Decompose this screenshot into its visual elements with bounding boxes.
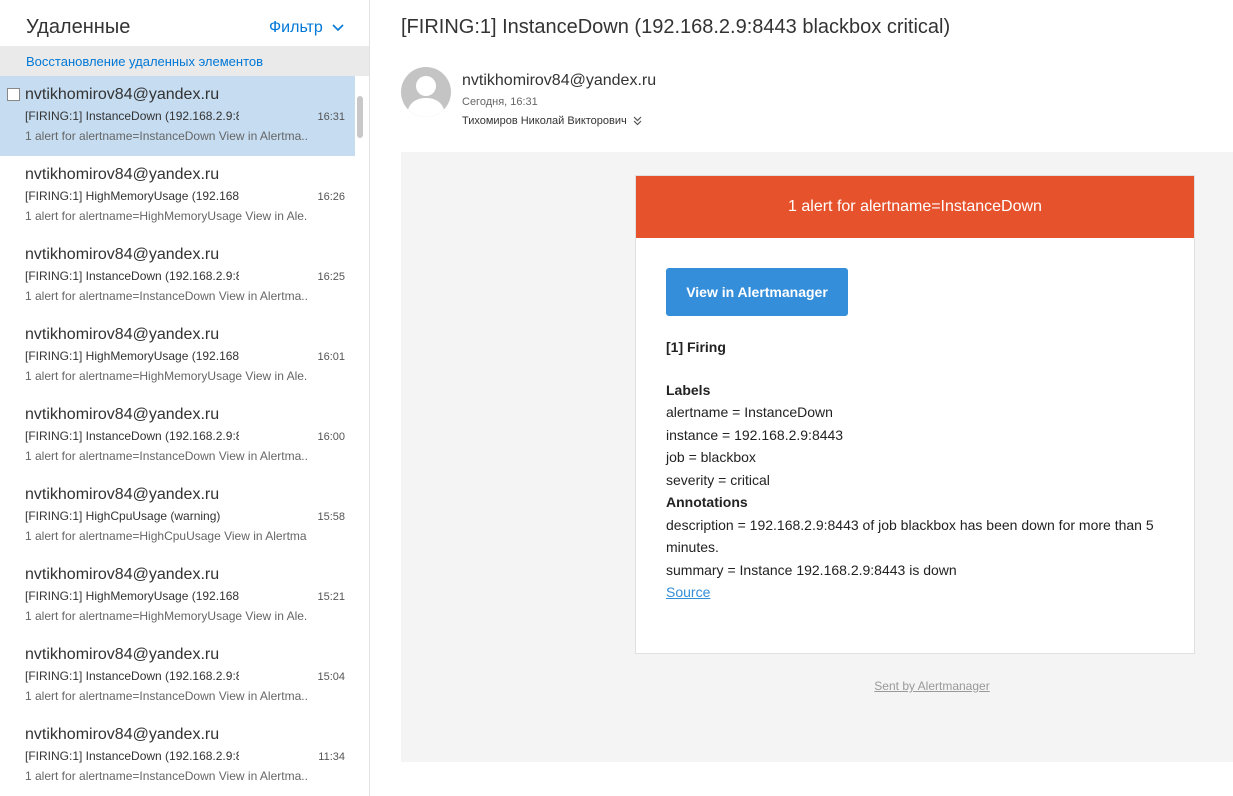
message-sender: nvtikhomirov84@yandex.ru — [25, 486, 220, 503]
message-preview: 1 alert for alertname=InstanceDown View … — [25, 129, 307, 143]
message-time: 16:01 — [317, 351, 345, 363]
annotation-line: description = 192.168.2.9:8443 of job bl… — [666, 516, 1154, 556]
filter-button[interactable]: Фильтр — [269, 19, 345, 37]
message-list-item[interactable]: nvtikhomirov84@yandex.ru [FIRING:1] HighC… — [0, 476, 355, 556]
source-link[interactable]: Source — [666, 584, 710, 600]
message-list-pane: Удаленные Фильтр Восстановление удаленны… — [0, 0, 370, 796]
message-preview: 1 alert for alertname=HighCpuUsage View … — [25, 529, 307, 543]
message-list-item[interactable]: nvtikhomirov84@yandex.ru [FIRING:1] Insta… — [0, 76, 355, 156]
message-time: 15:04 — [317, 671, 345, 683]
annotations-heading: Annotations — [666, 494, 748, 510]
alert-card: 1 alert for alertname=InstanceDown View … — [635, 175, 1195, 654]
message-time: 15:21 — [317, 591, 345, 603]
alert-header: 1 alert for alertname=InstanceDown — [636, 176, 1194, 238]
mail-body: 1 alert for alertname=InstanceDown View … — [401, 152, 1233, 762]
double-chevron-down-icon — [633, 116, 642, 126]
reading-pane: [FIRING:1] InstanceDown (192.168.2.9:844… — [371, 0, 1233, 796]
message-subject: [FIRING:1] InstanceDown (192.168.2.9:84 — [25, 109, 239, 123]
message-sender: nvtikhomirov84@yandex.ru — [25, 566, 220, 583]
message-time: 16:26 — [317, 191, 345, 203]
folder-header: Удаленные Фильтр — [0, 0, 369, 46]
message-sender: nvtikhomirov84@yandex.ru — [25, 726, 220, 743]
message-subject: [FIRING:1] HighMemoryUsage (192.168.2 — [25, 349, 239, 363]
mail-date: Сегодня, 16:31 — [462, 96, 538, 108]
mail-subject: [FIRING:1] InstanceDown (192.168.2.9:844… — [401, 16, 951, 38]
mail-from[interactable]: nvtikhomirov84@yandex.ru — [462, 72, 656, 90]
message-list-item[interactable]: nvtikhomirov84@yandex.ru [FIRING:1] HighM… — [0, 316, 355, 396]
label-line: instance = 192.168.2.9:8443 — [666, 426, 844, 443]
select-checkbox[interactable] — [7, 88, 20, 101]
message-preview: 1 alert for alertname=InstanceDown View … — [25, 689, 307, 703]
message-list-item[interactable]: nvtikhomirov84@yandex.ru [FIRING:1] Insta… — [0, 636, 355, 716]
filter-label: Фильтр — [269, 19, 323, 36]
label-line: job = blackbox — [666, 449, 756, 465]
mail-app: Удаленные Фильтр Восстановление удаленны… — [0, 0, 1233, 796]
restore-bar: Восстановление удаленных элементов — [0, 46, 369, 76]
message-list-item[interactable]: nvtikhomirov84@yandex.ru [FIRING:1] Insta… — [0, 396, 355, 476]
message-subject: [FIRING:1] InstanceDown (192.168.2.9:84 — [25, 749, 239, 763]
view-in-alertmanager-button[interactable]: View in Alertmanager — [666, 268, 848, 316]
message-preview: 1 alert for alertname=HighMemoryUsage Vi… — [25, 209, 307, 223]
message-subject: [FIRING:1] HighCpuUsage (warning) — [25, 509, 221, 523]
message-sender: nvtikhomirov84@yandex.ru — [25, 246, 220, 263]
message-list: nvtikhomirov84@yandex.ru [FIRING:1] Insta… — [0, 76, 355, 796]
message-time: 15:58 — [317, 511, 345, 523]
message-list-item[interactable]: nvtikhomirov84@yandex.ru [FIRING:1] HighM… — [0, 156, 355, 236]
restore-deleted-link[interactable]: Восстановление удаленных элементов — [26, 54, 263, 69]
message-list-item[interactable]: nvtikhomirov84@yandex.ru [FIRING:1] HighM… — [0, 556, 355, 636]
message-preview: 1 alert for alertname=InstanceDown View … — [25, 289, 307, 303]
label-line: alertname = InstanceDown — [666, 404, 833, 420]
message-sender: nvtikhomirov84@yandex.ru — [25, 406, 220, 423]
message-preview: 1 alert for alertname=InstanceDown View … — [25, 769, 307, 783]
person-icon — [407, 76, 445, 117]
message-sender: nvtikhomirov84@yandex.ru — [25, 326, 220, 343]
labels-heading: Labels — [666, 381, 711, 398]
message-preview: 1 alert for alertname=HighMemoryUsage Vi… — [25, 369, 307, 383]
scrollbar-thumb[interactable] — [357, 96, 363, 138]
firing-heading: [1] Firing — [666, 339, 726, 355]
avatar — [401, 67, 451, 117]
message-sender: nvtikhomirov84@yandex.ru — [25, 166, 220, 183]
message-preview: 1 alert for alertname=HighMemoryUsage Vi… — [25, 609, 307, 623]
sent-by-link[interactable]: Sent by Alertmanager — [874, 679, 989, 693]
mail-recipients[interactable]: Тихомиров Николай Викторович — [462, 115, 642, 127]
message-subject: [FIRING:1] HighMemoryUsage (192.168.2 — [25, 589, 239, 603]
message-time: 11:34 — [318, 751, 345, 763]
message-subject: [FIRING:1] InstanceDown (192.168.2.9:84 — [25, 269, 239, 283]
message-time: 16:00 — [317, 431, 345, 443]
message-subject: [FIRING:1] InstanceDown (192.168.2.9:84 — [25, 429, 239, 443]
message-time: 16:25 — [317, 271, 345, 283]
sent-by-footer: Sent by Alertmanager — [401, 679, 1233, 693]
label-line: severity = critical — [666, 471, 770, 488]
message-sender: nvtikhomirov84@yandex.ru — [25, 646, 220, 663]
annotation-line: summary = Instance 192.168.2.9:8443 is d… — [666, 561, 957, 578]
message-list-item[interactable]: nvtikhomirov84@yandex.ru [FIRING:1] Insta… — [0, 716, 355, 796]
chevron-down-icon — [332, 24, 344, 32]
folder-title: Удаленные — [26, 16, 131, 38]
message-sender: nvtikhomirov84@yandex.ru — [25, 86, 220, 103]
message-time: 16:31 — [317, 111, 345, 123]
message-subject: [FIRING:1] HighMemoryUsage (192.168.2 — [25, 189, 239, 203]
message-list-item[interactable]: nvtikhomirov84@yandex.ru [FIRING:1] Insta… — [0, 236, 355, 316]
alert-content: View in Alertmanager [1] Firing Labels a… — [636, 238, 1194, 634]
mail-to: Тихомиров Николай Викторович — [462, 115, 627, 127]
message-subject: [FIRING:1] InstanceDown (192.168.2.9:84 — [25, 669, 239, 683]
message-preview: 1 alert for alertname=InstanceDown View … — [25, 449, 307, 463]
